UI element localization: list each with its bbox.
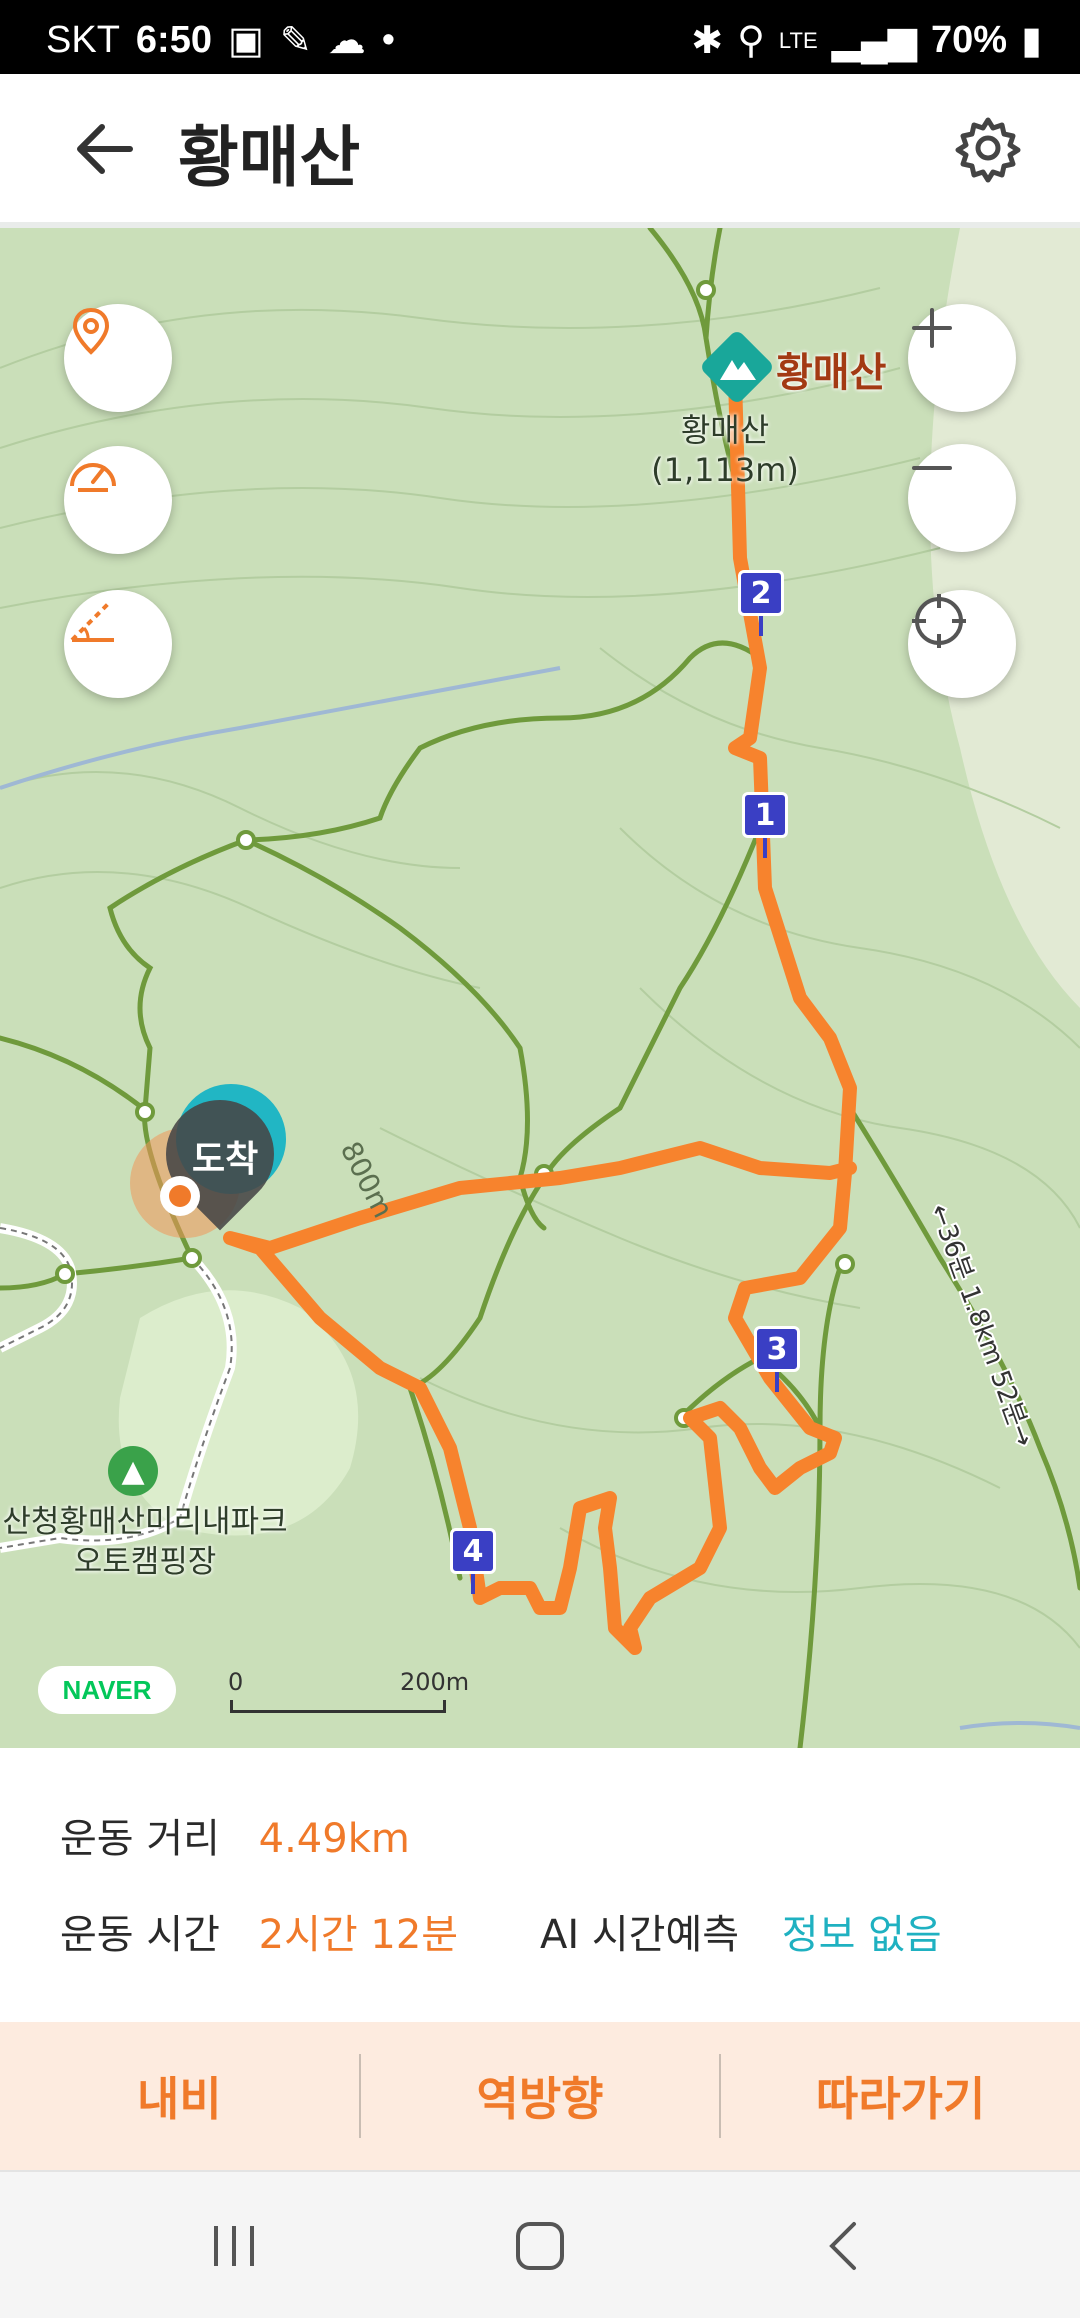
ai-prediction-value: 정보 없음 bbox=[781, 1912, 942, 1958]
peak-label: 황매산 (1,113m) bbox=[640, 410, 810, 490]
ai-prediction-label: AI 시간예측 bbox=[540, 1912, 740, 1958]
peak-icon[interactable] bbox=[700, 330, 774, 404]
distance-label: 운동 거리 bbox=[60, 1816, 220, 1862]
gear-icon[interactable] bbox=[952, 112, 1024, 184]
system-nav-bar bbox=[0, 2170, 1080, 2318]
recent-apps-icon[interactable] bbox=[206, 2218, 262, 2274]
zoom-out-button[interactable] bbox=[908, 444, 1016, 552]
arrival-label: 도착 bbox=[192, 1139, 259, 1180]
campsite-icon[interactable]: ▲ bbox=[108, 1446, 158, 1496]
waypoint-label: 2 bbox=[738, 570, 784, 616]
battery-label: 70% bbox=[931, 19, 1008, 61]
campsite-name-line1: 산청황매산미리내파크 bbox=[2, 1504, 288, 1540]
waypoint-label: 1 bbox=[742, 792, 788, 838]
location-icon: ⚲ bbox=[737, 20, 765, 62]
reverse-button[interactable]: 역방향 bbox=[361, 2063, 720, 2129]
peak-label-name: 황매산 bbox=[680, 411, 770, 449]
speedometer-button[interactable] bbox=[64, 446, 172, 554]
signal-icon: ▂▄▆ bbox=[831, 20, 918, 62]
time-value: 2시간 12분 bbox=[258, 1912, 459, 1958]
map-view[interactable]: 800m ←36분 1.8km 52분→ 황매산 황매산 (1,113m) 2 … bbox=[0, 228, 1080, 1748]
crosshair-icon bbox=[912, 594, 966, 648]
plus-icon bbox=[912, 308, 952, 348]
arrow-left-icon[interactable] bbox=[70, 114, 140, 184]
location-pin-icon bbox=[72, 307, 110, 355]
bluetooth-icon: ✱ bbox=[691, 20, 724, 62]
scale-bar bbox=[230, 1700, 446, 1713]
clock: 6:50 bbox=[135, 19, 212, 61]
minus-icon bbox=[912, 466, 952, 470]
campsite-name-line2: 오토캠핑장 bbox=[73, 1544, 217, 1580]
stats-panel: 운동 거리 4.49km 운동 시간 2시간 12분 AI 시간예측 정보 없음 bbox=[0, 1748, 1080, 2022]
time-label: 운동 시간 bbox=[60, 1912, 220, 1958]
status-bar: SKT 6:50 ▣ ✎ ☁ • ✱ ⚲ LTE ▂▄▆ 70% ▮ bbox=[0, 0, 1080, 74]
navigate-button[interactable]: 내비 bbox=[0, 2063, 359, 2129]
carrier-label: SKT bbox=[46, 19, 120, 61]
slope-icon bbox=[70, 602, 114, 642]
speedometer-icon bbox=[70, 463, 116, 492]
ai-prediction-row: AI 시간예측 정보 없음 bbox=[540, 1902, 942, 1960]
action-bar: 내비 역방향 따라가기 bbox=[0, 2022, 1080, 2170]
follow-button[interactable]: 따라가기 bbox=[721, 2063, 1080, 2129]
waypoint-marker-1[interactable]: 1 bbox=[742, 792, 788, 858]
locate-me-button[interactable] bbox=[908, 590, 1016, 698]
waypoint-marker-2[interactable]: 2 bbox=[738, 570, 784, 636]
peak-name[interactable]: 황매산 bbox=[776, 340, 886, 398]
peak-label-elevation: (1,113m) bbox=[651, 451, 799, 489]
slope-button[interactable] bbox=[64, 590, 172, 698]
back-nav-icon[interactable] bbox=[818, 2218, 874, 2274]
scale-end: 200m bbox=[400, 1668, 470, 1696]
zoom-in-button[interactable] bbox=[908, 304, 1016, 412]
waypoint-label: 4 bbox=[450, 1528, 496, 1574]
gallery-icon: ▣ bbox=[227, 20, 264, 62]
battery-icon: ▮ bbox=[1021, 20, 1042, 62]
campsite-label: 산청황매산미리내파크 오토캠핑장 bbox=[0, 1502, 290, 1582]
home-icon[interactable] bbox=[510, 2216, 570, 2276]
waypoint-label: 3 bbox=[754, 1326, 800, 1372]
waypoint-marker-4[interactable]: 4 bbox=[450, 1528, 496, 1594]
current-location-icon bbox=[160, 1176, 200, 1216]
app-icon: ✎ bbox=[279, 20, 312, 62]
app-header: 황매산 bbox=[0, 74, 1080, 228]
page-title: 황매산 bbox=[178, 119, 361, 196]
network-label: LTE bbox=[778, 27, 818, 53]
distance-value: 4.49km bbox=[258, 1816, 410, 1862]
marker-button[interactable] bbox=[64, 304, 172, 412]
cloud-icon: ☁ bbox=[327, 20, 366, 62]
scale-start: 0 bbox=[228, 1668, 244, 1696]
waypoint-marker-3[interactable]: 3 bbox=[754, 1326, 800, 1392]
naver-logo: NAVER bbox=[38, 1666, 176, 1714]
distance-row: 운동 거리 4.49km bbox=[60, 1806, 410, 1864]
arrival-marker[interactable]: 도착 bbox=[130, 1077, 330, 1244]
time-row: 운동 시간 2시간 12분 bbox=[60, 1902, 458, 1960]
dot-icon: • bbox=[381, 19, 396, 61]
